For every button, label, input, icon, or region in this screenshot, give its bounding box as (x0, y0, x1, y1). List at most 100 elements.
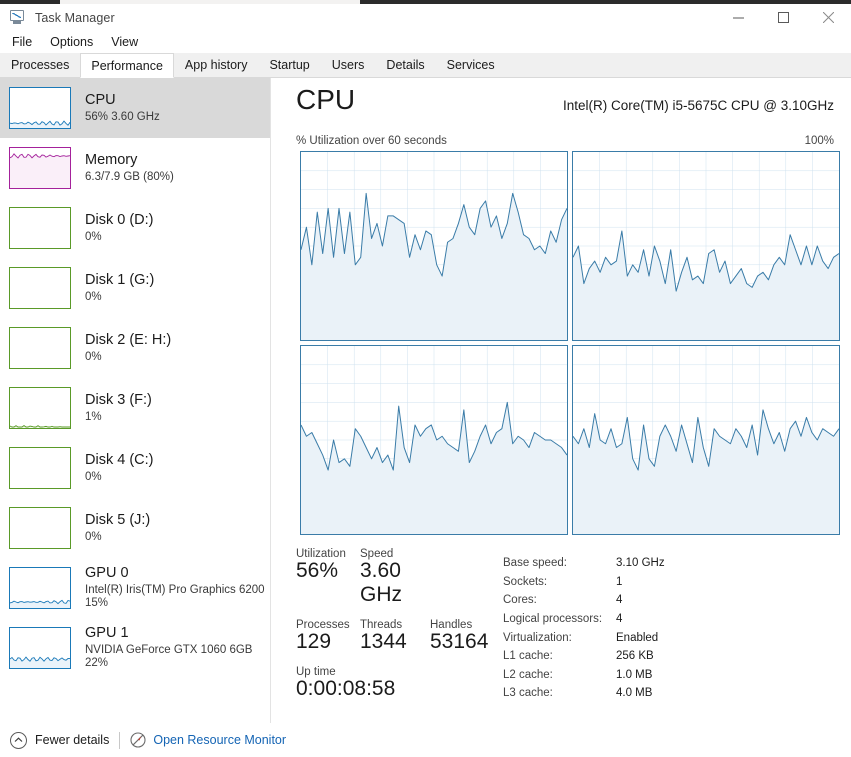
sidebar-item-disk5[interactable]: Disk 5 (J:) 0% (0, 498, 270, 558)
spec-key: Virtualization: (503, 631, 572, 644)
tab-services[interactable]: Services (435, 53, 506, 77)
sidebar-item-title: Disk 4 (C:) (85, 452, 154, 469)
spec-value: 4.0 MB (616, 687, 653, 700)
content-area: CPU 56% 3.60 GHz Memory 6.3/7.9 GB (80%) Dis… (0, 78, 851, 723)
sidebar-item-gpu1[interactable]: GPU 1 NVIDIA GeForce GTX 1060 6GB 22% (0, 618, 270, 678)
thumbnail-graph (9, 387, 71, 429)
thumbnail-graph (9, 627, 71, 669)
minimize-button[interactable] (716, 4, 761, 31)
sidebar-item-usage: 15% (85, 597, 109, 610)
threads-value: 1344 (360, 630, 407, 653)
thumbnail-graph (9, 87, 71, 129)
resource-monitor-icon (130, 732, 146, 748)
spec-row: Logical processors: 4 (503, 610, 665, 629)
spec-row: Base speed: 3.10 GHz (503, 554, 665, 573)
sidebar-item-subtitle: 56% 3.60 GHz (85, 110, 160, 123)
sidebar-item-gpu0[interactable]: GPU 0 Intel(R) Iris(TM) Pro Graphics 6200… (0, 558, 270, 618)
spec-row: L2 cache: 1.0 MB (503, 666, 665, 685)
sidebar-item-disk3[interactable]: Disk 3 (F:) 1% (0, 378, 270, 438)
spec-value: 4 (616, 613, 623, 626)
sidebar-item-title: GPU 1 (85, 625, 129, 642)
thumbnail-graph (9, 327, 71, 369)
fewer-details-label: Fewer details (35, 733, 110, 747)
spec-key: Sockets: (503, 575, 548, 588)
sidebar-item-subtitle: Intel(R) Iris(TM) Pro Graphics 6200 (85, 584, 265, 597)
maximize-button[interactable] (761, 4, 806, 31)
sidebar-item-subtitle: NVIDIA GeForce GTX 1060 6GB (85, 644, 253, 657)
spec-value: 1 (616, 575, 623, 588)
sidebar-item-title: Disk 2 (E: H:) (85, 332, 172, 349)
sidebar-item-title: Disk 0 (D:) (85, 212, 154, 229)
tab-strip: Processes Performance App history Startu… (0, 53, 851, 78)
sidebar-item-subtitle: 0% (85, 470, 102, 483)
processes-value: 129 (296, 630, 332, 653)
footer-divider (119, 731, 121, 749)
spec-row: Cores: 4 (503, 591, 665, 610)
menu-item-file[interactable]: File (3, 33, 41, 51)
graph-max-label: 100% (804, 135, 834, 147)
cpu-core-2-graph (300, 345, 568, 535)
sidebar-item-memory[interactable]: Memory 6.3/7.9 GB (80%) (0, 138, 270, 198)
open-resource-monitor-link[interactable]: Open Resource Monitor (130, 732, 286, 748)
sidebar-item-subtitle: 1% (85, 410, 102, 423)
spec-key: L1 cache: (503, 650, 553, 663)
tab-details[interactable]: Details (375, 53, 436, 77)
spec-value: 4 (616, 594, 623, 607)
tab-users[interactable]: Users (320, 53, 376, 77)
spec-row: Sockets: 1 (503, 573, 665, 592)
spec-key: Logical processors: (503, 613, 603, 626)
sidebar-item-cpu[interactable]: CPU 56% 3.60 GHz (0, 78, 270, 138)
sidebar-item-disk1[interactable]: Disk 1 (G:) 0% (0, 258, 270, 318)
close-button[interactable] (806, 4, 851, 31)
cpu-model-label: Intel(R) Core(TM) i5-5675C CPU @ 3.10GHz (562, 98, 834, 113)
sidebar-item-disk4[interactable]: Disk 4 (C:) 0% (0, 438, 270, 498)
spec-row: L3 cache: 4.0 MB (503, 684, 665, 703)
spec-key: L2 cache: (503, 668, 553, 681)
cpu-header: CPU Intel(R) Core(TM) i5-5675C CPU @ 3.1… (272, 78, 851, 130)
spec-key: L3 cache: (503, 687, 553, 700)
resource-sidebar[interactable]: CPU 56% 3.60 GHz Memory 6.3/7.9 GB (80%) Dis… (0, 78, 271, 723)
cpu-core-1-graph (572, 151, 840, 341)
sidebar-item-subtitle: 6.3/7.9 GB (80%) (85, 170, 174, 183)
sidebar-item-subtitle: 0% (85, 350, 102, 363)
thumbnail-graph (9, 207, 71, 249)
window-controls (716, 4, 851, 31)
fewer-details-button[interactable]: Fewer details (10, 731, 110, 749)
cpu-core-3-graph (572, 345, 840, 535)
spec-value: Enabled (616, 631, 659, 644)
menu-item-view[interactable]: View (102, 33, 147, 51)
spec-value: 1.0 MB (616, 668, 653, 681)
handles-value: 53164 (430, 630, 489, 653)
thumbnail-graph (9, 507, 71, 549)
sidebar-item-subtitle: 0% (85, 230, 102, 243)
resource-monitor-label: Open Resource Monitor (153, 733, 287, 747)
tab-processes[interactable]: Processes (0, 53, 81, 77)
cpu-detail-pane: CPU Intel(R) Core(TM) i5-5675C CPU @ 3.1… (272, 78, 851, 723)
thumbnail-graph (9, 267, 71, 309)
thumbnail-graph (9, 567, 71, 609)
chevron-up-icon (10, 731, 27, 749)
sidebar-item-disk2[interactable]: Disk 2 (E: H:) 0% (0, 318, 270, 378)
sidebar-item-title: Memory (85, 152, 138, 169)
spec-key: Base speed: (503, 557, 567, 570)
footer-bar: Fewer details Open Resource Monitor (0, 723, 851, 757)
tab-performance[interactable]: Performance (80, 53, 174, 78)
sidebar-item-subtitle: 0% (85, 530, 102, 543)
tab-app-history[interactable]: App history (173, 53, 259, 77)
sidebar-item-disk0[interactable]: Disk 0 (D:) 0% (0, 198, 270, 258)
speed-value: 3.60 GHz (360, 559, 402, 606)
sidebar-item-usage: 22% (85, 657, 109, 670)
cpu-primary-stats: Utilization 56% Speed 3.60 GHz Processes… (296, 548, 496, 701)
sidebar-item-title: Disk 5 (J:) (85, 512, 151, 529)
sidebar-item-title: Disk 3 (F:) (85, 392, 152, 409)
spec-value: 256 KB (616, 650, 654, 663)
sidebar-item-subtitle: 0% (85, 290, 102, 303)
cpu-core-graphs (300, 151, 840, 535)
spec-key: Cores: (503, 594, 537, 607)
tab-startup[interactable]: Startup (258, 53, 321, 77)
thumbnail-graph (9, 147, 71, 189)
menu-item-options[interactable]: Options (41, 33, 102, 51)
page-title: CPU (296, 84, 356, 115)
sidebar-item-title: CPU (85, 92, 116, 109)
utilization-value: 56% (296, 559, 339, 582)
